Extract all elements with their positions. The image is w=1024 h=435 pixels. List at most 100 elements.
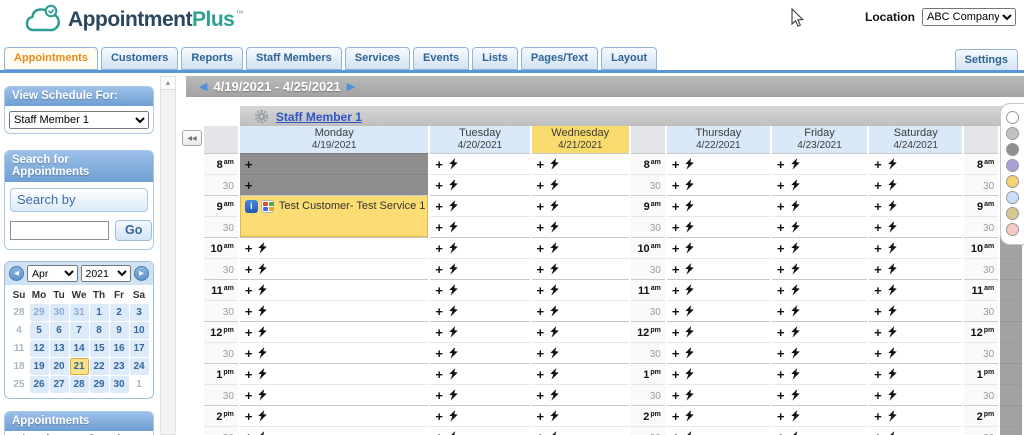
gear-icon[interactable] <box>254 109 269 124</box>
express-booking-icon[interactable] <box>449 178 458 191</box>
calendar-day-12[interactable]: 12 <box>29 340 49 357</box>
tab-appointments[interactable]: Appointments <box>4 47 98 70</box>
schedule-slot[interactable]: + <box>666 341 770 363</box>
calendar-day-19[interactable]: 19 <box>29 358 49 375</box>
schedule-slot[interactable]: + <box>239 299 429 321</box>
express-booking-icon[interactable] <box>888 199 897 212</box>
express-booking-icon[interactable] <box>449 262 458 275</box>
calendar-day-18[interactable]: 18 <box>10 358 29 375</box>
add-appointment-icon[interactable]: + <box>537 368 545 381</box>
express-booking-icon[interactable] <box>685 178 695 191</box>
express-booking-icon[interactable] <box>888 346 897 359</box>
express-booking-icon[interactable] <box>888 388 897 401</box>
express-booking-icon[interactable] <box>550 262 559 275</box>
tab-reports[interactable]: Reports <box>181 47 243 70</box>
add-appointment-icon[interactable]: + <box>777 410 785 423</box>
schedule-slot[interactable]: + <box>869 320 963 342</box>
express-booking-icon[interactable] <box>550 157 559 170</box>
legend-color-dot[interactable] <box>1006 127 1019 140</box>
add-appointment-icon[interactable]: + <box>777 305 785 318</box>
express-booking-icon[interactable] <box>685 430 694 435</box>
add-appointment-icon[interactable]: + <box>874 347 882 360</box>
calendar-month-select[interactable]: Apr <box>27 265 78 282</box>
add-appointment-icon[interactable]: + <box>245 410 253 423</box>
add-appointment-icon[interactable]: + <box>435 410 443 423</box>
tab-pages-text[interactable]: Pages/Text <box>520 47 599 70</box>
schedule-slot[interactable]: + <box>666 257 770 279</box>
express-booking-icon[interactable] <box>790 199 800 212</box>
tab-events[interactable]: Events <box>413 47 470 70</box>
add-appointment-icon[interactable]: + <box>245 431 253 435</box>
schedule-slot[interactable]: + <box>531 173 629 195</box>
schedule-slot[interactable]: + <box>666 320 770 342</box>
add-appointment-icon[interactable]: + <box>537 242 545 255</box>
express-booking-icon[interactable] <box>550 367 559 380</box>
calendar-day-28[interactable]: 28 <box>69 376 89 393</box>
schedule-slot[interactable]: + <box>869 341 963 363</box>
express-booking-icon[interactable] <box>790 262 800 275</box>
add-appointment-icon[interactable]: + <box>435 368 443 381</box>
express-booking-icon[interactable] <box>888 304 897 317</box>
add-appointment-icon[interactable]: + <box>245 263 253 276</box>
schedule-slot[interactable]: + <box>531 257 629 279</box>
express-booking-icon[interactable] <box>550 241 559 254</box>
express-booking-icon[interactable] <box>550 178 559 191</box>
express-booking-icon[interactable] <box>449 388 458 401</box>
add-appointment-icon[interactable]: + <box>435 263 443 276</box>
express-booking-icon[interactable] <box>550 283 559 296</box>
calendar-day-1[interactable]: 1 <box>130 376 149 393</box>
calendar-day-10[interactable]: 10 <box>129 322 149 339</box>
calendar-day-30[interactable]: 30 <box>109 376 129 393</box>
express-booking-icon[interactable] <box>449 304 458 317</box>
add-appointment-icon[interactable]: + <box>874 389 882 402</box>
express-booking-icon[interactable] <box>685 388 695 401</box>
express-booking-icon[interactable] <box>258 262 268 275</box>
express-booking-icon[interactable] <box>550 220 559 233</box>
add-appointment-icon[interactable]: + <box>435 347 443 360</box>
express-booking-icon[interactable] <box>685 304 695 317</box>
schedule-slot[interactable]: + <box>239 341 429 363</box>
add-appointment-icon[interactable]: + <box>672 242 680 255</box>
add-appointment-icon[interactable]: + <box>537 389 545 402</box>
schedule-slot[interactable]: + <box>869 215 963 237</box>
schedule-slot[interactable]: + <box>531 341 629 363</box>
add-appointment-icon[interactable]: + <box>874 326 882 339</box>
express-booking-icon[interactable] <box>258 430 267 435</box>
add-appointment-icon[interactable]: + <box>537 200 545 213</box>
schedule-slot[interactable]: + <box>666 404 770 426</box>
schedule-slot[interactable]: + <box>666 362 770 384</box>
express-booking-icon[interactable] <box>790 283 800 296</box>
search-by-dropdown[interactable]: Search by <box>10 188 148 212</box>
schedule-slot[interactable]: + <box>771 257 868 279</box>
add-appointment-icon[interactable]: + <box>435 326 443 339</box>
schedule-slot[interactable]: + <box>239 236 429 258</box>
schedule-slot[interactable]: + <box>869 236 963 258</box>
add-appointment-icon[interactable]: + <box>777 179 785 192</box>
calendar-day-20[interactable]: 20 <box>49 358 69 375</box>
add-appointment-icon[interactable]: + <box>245 179 253 192</box>
add-appointment-icon[interactable]: + <box>245 158 253 171</box>
schedule-slot[interactable]: + <box>771 425 868 435</box>
calendar-day-28[interactable]: 28 <box>10 304 29 321</box>
schedule-slot[interactable]: + <box>869 278 963 300</box>
express-booking-icon[interactable] <box>790 346 800 359</box>
schedule-slot[interactable]: + <box>430 215 530 237</box>
add-appointment-icon[interactable]: + <box>672 389 680 402</box>
add-appointment-icon[interactable]: + <box>777 200 785 213</box>
express-booking-icon[interactable] <box>888 430 897 435</box>
add-appointment-icon[interactable]: + <box>537 179 545 192</box>
express-booking-icon[interactable] <box>449 346 458 359</box>
add-appointment-icon[interactable]: + <box>874 431 882 435</box>
add-appointment-icon[interactable]: + <box>874 158 882 171</box>
add-appointment-icon[interactable]: + <box>672 284 680 297</box>
tab-layout[interactable]: Layout <box>601 47 658 70</box>
scroll-up-arrow-icon[interactable]: ▲ <box>161 77 175 90</box>
add-appointment-icon[interactable]: + <box>537 263 545 276</box>
schedule-slot[interactable]: + <box>531 425 629 435</box>
add-appointment-icon[interactable]: + <box>435 200 443 213</box>
add-appointment-icon[interactable]: + <box>245 305 253 318</box>
add-appointment-icon[interactable]: + <box>874 242 882 255</box>
express-booking-icon[interactable] <box>685 325 695 338</box>
schedule-slot[interactable]: + <box>531 194 629 216</box>
express-booking-icon[interactable] <box>790 220 800 233</box>
